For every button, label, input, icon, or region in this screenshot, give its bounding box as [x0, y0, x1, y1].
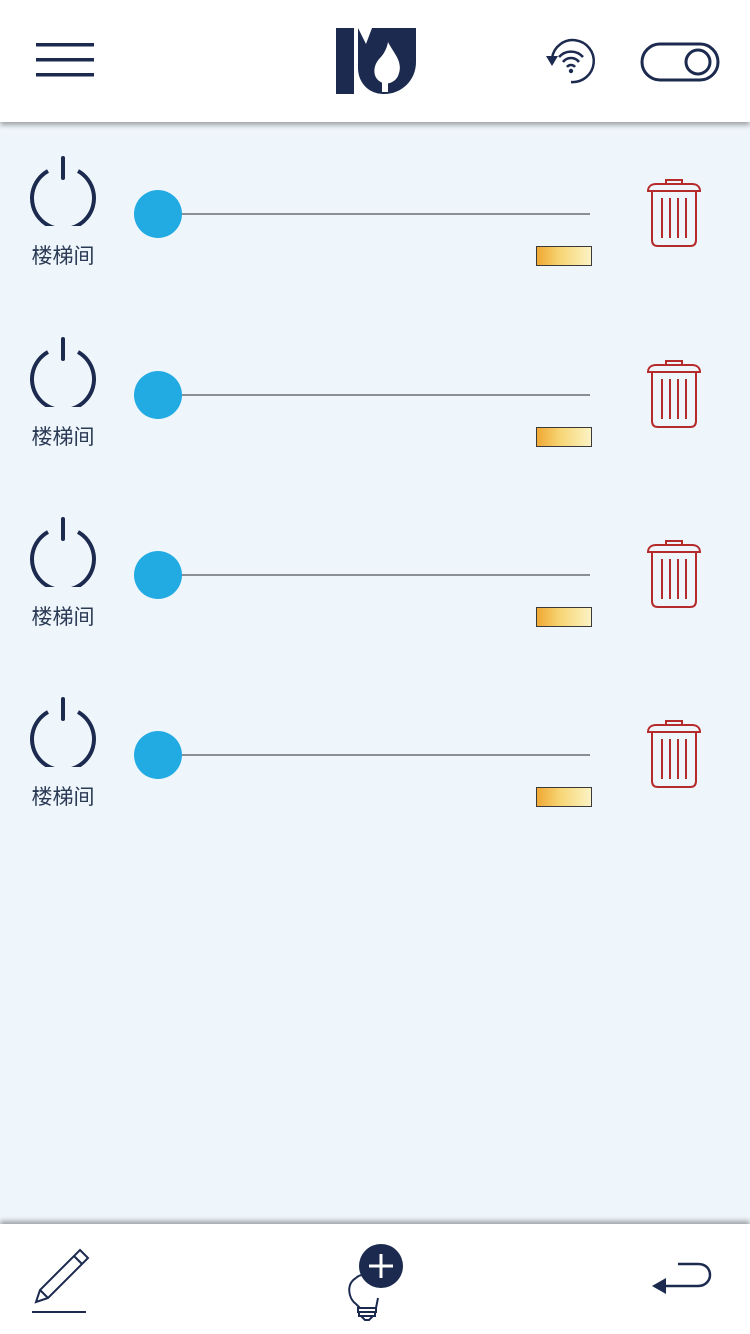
toggle-switch[interactable]: [640, 42, 720, 82]
brightness-color-swatch: [536, 427, 592, 447]
edit-button[interactable]: [26, 1244, 94, 1318]
trash-icon: [646, 360, 702, 428]
device-row: 楼梯间: [0, 663, 750, 843]
device-label: 楼梯间: [31, 605, 95, 629]
power-icon: [30, 517, 96, 587]
brightness-slider[interactable]: [134, 186, 594, 242]
power-icon: [30, 697, 96, 767]
device-row: 楼梯间: [0, 303, 750, 483]
add-light-button[interactable]: [338, 1238, 410, 1322]
slider-track: [164, 574, 590, 576]
slider-thumb[interactable]: [134, 551, 182, 599]
power-button[interactable]: [28, 695, 98, 767]
menu-button[interactable]: [30, 36, 100, 86]
device-list: 楼梯间 楼梯间 楼梯间 楼梯间: [0, 122, 750, 1224]
device-label: 楼梯间: [31, 785, 95, 809]
trash-icon: [646, 720, 702, 788]
wifi-refresh-button[interactable]: [540, 36, 600, 88]
power-button[interactable]: [28, 515, 98, 587]
slider-track: [164, 754, 590, 756]
device-label: 楼梯间: [31, 425, 95, 449]
hamburger-menu-icon: [36, 43, 94, 77]
pencil-icon: [32, 1248, 90, 1313]
brightness-slider[interactable]: [134, 367, 594, 423]
back-button[interactable]: [648, 1258, 714, 1300]
slider-thumb[interactable]: [134, 731, 182, 779]
top-app-bar: [0, 0, 750, 122]
brand-logo: [332, 24, 422, 98]
return-arrow-icon: [652, 1262, 712, 1294]
slider-track: [164, 213, 590, 215]
power-icon: [30, 337, 96, 407]
wifi-refresh-icon: [546, 38, 596, 84]
power-button[interactable]: [28, 154, 98, 226]
delete-button[interactable]: [644, 178, 704, 248]
slider-track: [164, 394, 590, 396]
brightness-color-swatch: [536, 787, 592, 807]
toggle-switch-icon: [640, 42, 720, 82]
trash-icon: [646, 540, 702, 608]
power-icon: [30, 156, 96, 226]
bottom-toolbar: [0, 1224, 750, 1334]
brightness-slider[interactable]: [134, 547, 594, 603]
device-label: 楼梯间: [31, 244, 95, 268]
slider-thumb[interactable]: [134, 371, 182, 419]
device-row: 楼梯间: [0, 122, 750, 302]
add-light-bulb-icon: [348, 1244, 403, 1321]
delete-button[interactable]: [644, 539, 704, 609]
delete-button[interactable]: [644, 359, 704, 429]
delete-button[interactable]: [644, 719, 704, 789]
brightness-color-swatch: [536, 246, 592, 266]
power-button[interactable]: [28, 335, 98, 407]
trash-icon: [646, 179, 702, 247]
brightness-slider[interactable]: [134, 727, 594, 783]
brightness-color-swatch: [536, 607, 592, 627]
device-row: 楼梯间: [0, 483, 750, 663]
slider-thumb[interactable]: [134, 190, 182, 238]
